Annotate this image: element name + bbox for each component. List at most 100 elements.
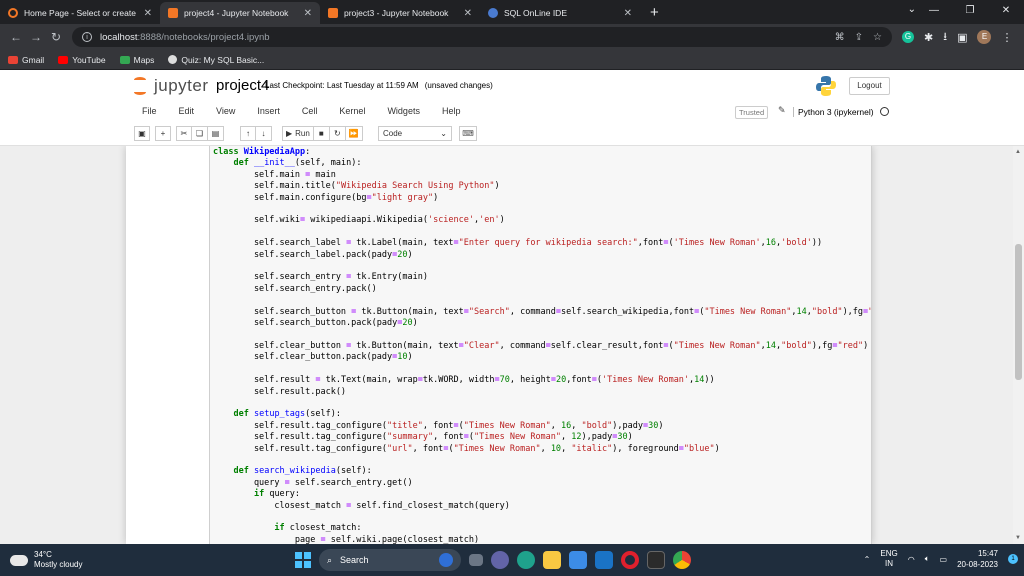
restart-run-all-icon[interactable]: ⏩ xyxy=(345,126,363,141)
save-icon[interactable]: ▣ xyxy=(134,126,150,141)
share-icon[interactable]: ⇪ xyxy=(855,32,863,43)
minimize-button[interactable]: — xyxy=(916,0,952,24)
mail-icon[interactable] xyxy=(595,551,613,569)
cell-type-select[interactable]: Code ⌄ xyxy=(378,126,452,141)
battery-icon[interactable]: ▭ xyxy=(940,555,948,564)
notification-badge[interactable]: 1 xyxy=(1008,554,1018,564)
kernel-name[interactable]: Python 3 (ipykernel) xyxy=(793,107,874,117)
move-up-icon[interactable]: ↑ xyxy=(240,126,256,141)
wifi-icon[interactable]: ◠ xyxy=(908,555,915,564)
play-icon: ▶ xyxy=(286,129,293,138)
store-icon[interactable] xyxy=(569,551,587,569)
jupyter-logo[interactable]: jupyter xyxy=(134,76,209,96)
chrome-icon[interactable] xyxy=(673,551,691,569)
browser-menu-icon[interactable]: ⋮ xyxy=(1001,31,1012,44)
bookmark-label: Maps xyxy=(133,54,155,65)
close-window-button[interactable]: ✕ xyxy=(988,0,1024,24)
restart-icon[interactable]: ↻ xyxy=(329,126,346,141)
browser-tab-home[interactable]: Home Page - Select or create a n ✕ xyxy=(0,2,160,24)
file-explorer-icon[interactable] xyxy=(543,551,561,569)
unsaved-status: (unsaved changes) xyxy=(424,81,493,90)
menu-file[interactable]: File xyxy=(142,106,157,116)
menu-kernel[interactable]: Kernel xyxy=(339,106,365,116)
browser-tab-sql[interactable]: SQL OnLine IDE ✕ xyxy=(480,2,640,24)
chat-icon[interactable] xyxy=(491,551,509,569)
scrollbar-thumb[interactable] xyxy=(1015,244,1022,380)
back-arrow-icon[interactable]: ← xyxy=(6,30,26,44)
new-tab-button[interactable]: + xyxy=(640,4,669,24)
grammarly-icon[interactable]: G xyxy=(902,31,914,43)
trusted-badge[interactable]: Trusted xyxy=(735,106,769,119)
weather-status: Mostly cloudy xyxy=(34,560,83,569)
menu-help[interactable]: Help xyxy=(442,106,461,116)
youtube-icon xyxy=(58,55,69,64)
browser-tab-strip: Home Page - Select or create a n ✕ proje… xyxy=(0,0,1024,24)
paste-icon[interactable]: ▤ xyxy=(208,126,224,141)
close-tab-icon[interactable]: ✕ xyxy=(464,8,472,19)
bookmark-label: Quiz: My SQL Basic... xyxy=(181,54,265,65)
close-tab-icon[interactable]: ✕ xyxy=(624,8,632,19)
close-tab-icon[interactable]: ✕ xyxy=(144,8,152,19)
side-panel-icon[interactable]: ▣ xyxy=(957,31,967,44)
scroll-up-icon[interactable]: ▲ xyxy=(1015,149,1021,155)
clock[interactable]: 15:47 20-08-2023 xyxy=(957,548,998,570)
browser-tab-project4[interactable]: project4 - Jupyter Notebook ✕ xyxy=(160,2,320,24)
bookmark-gmail[interactable]: Gmail xyxy=(8,55,44,65)
browser-tab-project3[interactable]: project3 - Jupyter Notebook ✕ xyxy=(320,2,480,24)
bookmark-star-icon[interactable]: ☆ xyxy=(873,32,882,43)
google-icon xyxy=(168,55,178,64)
bookmark-label: YouTube xyxy=(72,54,106,65)
extensions-puzzle-icon[interactable]: ✱ xyxy=(924,31,933,44)
cut-icon[interactable]: ✂ xyxy=(176,126,192,141)
menu-cell[interactable]: Cell xyxy=(302,106,318,116)
profile-avatar[interactable]: E xyxy=(977,30,992,44)
menu-edit[interactable]: Edit xyxy=(179,106,195,116)
extensions-area: G ✱ ⭳ ▣ E ⋮ xyxy=(902,28,1012,47)
scroll-down-icon[interactable]: ▼ xyxy=(1015,535,1021,541)
task-view-icon[interactable] xyxy=(469,554,483,566)
volume-icon[interactable]: 🔈︎ xyxy=(925,554,930,564)
close-tab-icon[interactable]: ✕ xyxy=(304,8,312,19)
taskbar-search[interactable]: ⌕ Search xyxy=(319,549,461,571)
jupyter-favicon-icon xyxy=(328,8,338,18)
download-icon[interactable]: ⭳ xyxy=(943,28,947,47)
tab-title: project3 - Jupyter Notebook xyxy=(344,8,449,18)
menu-widgets[interactable]: Widgets xyxy=(387,106,420,116)
lang-line1: ENG xyxy=(880,549,898,558)
reload-icon[interactable]: ↻ xyxy=(46,30,66,44)
windows-taskbar: 34°C Mostly cloudy ⌕ Search ⌃ ENG IN ◠ 🔈… xyxy=(0,544,1024,576)
forward-arrow-icon[interactable]: → xyxy=(26,30,46,44)
code-cell-input[interactable]: class WikipediaApp: def __init__(self, m… xyxy=(209,146,872,544)
interrupt-icon[interactable]: ■ xyxy=(313,126,330,141)
code-editor[interactable]: class WikipediaApp: def __init__(self, m… xyxy=(210,146,871,544)
edge-icon[interactable] xyxy=(517,551,535,569)
add-cell-icon[interactable]: + xyxy=(155,126,171,141)
bookmarks-bar: Gmail YouTube Maps Quiz: My SQL Basic... xyxy=(0,50,1024,70)
weather-widget[interactable]: 34°C Mostly cloudy xyxy=(7,549,83,570)
tray-overflow-chevron-icon[interactable]: ⌃ xyxy=(864,555,871,564)
bookmark-maps[interactable]: Maps xyxy=(119,54,155,65)
address-bar[interactable]: i localhost:8888/notebooks/project4.ipyn… xyxy=(72,27,892,47)
opera-icon[interactable] xyxy=(621,551,639,569)
bookmark-youtube[interactable]: YouTube xyxy=(58,54,106,65)
bookmark-quiz[interactable]: Quiz: My SQL Basic... xyxy=(168,55,264,65)
terminal-icon[interactable] xyxy=(647,551,665,569)
translate-icon[interactable]: ⌘ xyxy=(835,32,845,43)
site-info-icon[interactable]: i xyxy=(82,32,92,42)
move-down-icon[interactable]: ↓ xyxy=(256,126,272,141)
language-indicator[interactable]: ENG IN xyxy=(880,549,897,569)
notebook-menubar: File Edit View Insert Cell Kernel Widget… xyxy=(0,102,1024,122)
pencil-icon[interactable]: ✎ xyxy=(778,105,786,116)
menu-insert[interactable]: Insert xyxy=(257,106,280,116)
run-button[interactable]: ▶ Run xyxy=(282,126,314,141)
maps-icon xyxy=(119,55,130,64)
logout-button[interactable]: Logout xyxy=(849,77,890,95)
windows-start-icon[interactable] xyxy=(295,552,311,568)
notebook-title[interactable]: project4 xyxy=(216,77,269,94)
tab-search-chevron-icon[interactable]: ⌄ xyxy=(908,4,916,15)
command-palette-icon[interactable]: ⌨ xyxy=(459,126,477,141)
copy-icon[interactable]: ❏ xyxy=(192,126,208,141)
menu-view[interactable]: View xyxy=(216,106,235,116)
page-scrollbar[interactable]: ▲ ▼ xyxy=(1013,146,1024,544)
maximize-button[interactable]: ❐ xyxy=(952,0,988,24)
